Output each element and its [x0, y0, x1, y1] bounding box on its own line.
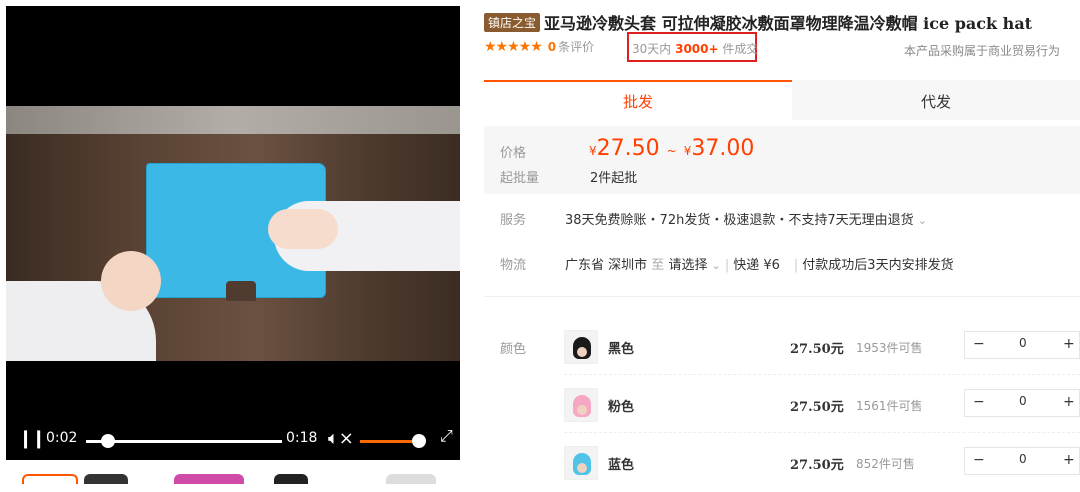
minus-button[interactable]: −	[973, 452, 985, 468]
logistics-row: 物流 广东省 深圳市 至 请选择 ⌄ | 快递 ¥6 | 付款成功后3天内安排发货	[484, 252, 1080, 273]
logistics-label: 物流	[500, 258, 527, 273]
star-rating-icon: ★★★★★	[484, 39, 543, 55]
variant-name: 蓝色	[608, 458, 635, 473]
video-right-hand	[268, 201, 460, 271]
currency-symbol: ¥	[589, 144, 597, 158]
service-items: 38天免费赊账・72h发货・极速退款・不支持7天无理由退货	[565, 213, 914, 228]
variant-thumbnail[interactable]	[564, 330, 598, 364]
variant-row: 粉色 27.50元 1561件可售 − 0 +	[564, 388, 1080, 434]
variant-price: 27.50元	[790, 342, 844, 357]
section-divider	[484, 296, 1080, 297]
price-range-sep: ~	[666, 144, 677, 158]
fullscreen-icon[interactable]: ⤢	[440, 426, 453, 446]
quantity-stepper: − 0 +	[964, 389, 1080, 417]
quantity-stepper: − 0 +	[964, 447, 1080, 475]
row-divider	[564, 432, 1080, 433]
variant-price: 27.50元	[790, 458, 844, 473]
sales-volume: 30天内 3000+ 件成交	[632, 40, 758, 57]
chevron-down-icon: ⌄	[711, 259, 721, 272]
ship-note: 付款成功后3天内安排发货	[802, 258, 954, 273]
video-background-wall	[6, 106, 460, 134]
min-order: 2件起批	[590, 171, 638, 186]
sold-suffix: 件成交	[722, 42, 759, 56]
divider: |	[793, 258, 799, 273]
color-label: 颜色	[500, 342, 527, 357]
chevron-down-icon: ⌄	[917, 214, 927, 227]
variant-name: 粉色	[608, 400, 635, 415]
review-count[interactable]: 0	[548, 40, 556, 54]
variant-name: 黑色	[608, 342, 635, 357]
plus-button[interactable]: +	[1063, 336, 1075, 352]
variant-face-shape	[577, 405, 587, 415]
service-row: 服务 38天免费赊账・72h发货・极速退款・不支持7天无理由退货 ⌄	[484, 207, 1080, 228]
ship-origin: 广东省 深圳市	[565, 258, 648, 273]
progress-bar[interactable]	[86, 440, 282, 443]
video-left-hand	[6, 251, 161, 361]
video-right-hand-skin	[268, 209, 338, 249]
ship-to: 至	[651, 258, 665, 273]
service-label: 服务	[500, 213, 527, 228]
thumbnail[interactable]	[84, 474, 128, 484]
volume-knob[interactable]	[412, 434, 427, 448]
product-video[interactable]: ❙❙ 0:02 0:18 🔈︎× ⤢	[6, 6, 460, 460]
thumbnail-active[interactable]	[22, 474, 78, 484]
variant-stock: 852件可售	[856, 457, 915, 471]
sold-count: 3000+	[675, 42, 719, 56]
quantity-input[interactable]: 0	[1019, 452, 1027, 466]
product-title-row: 镇店之宝 亚马逊冷敷头套 可拉伸凝胶冰敷面罩物理降温冷敷帽 ice pack ha…	[484, 10, 1074, 33]
plus-button[interactable]: +	[1063, 394, 1075, 410]
price-range: ¥27.50 ~ ¥37.00	[589, 136, 754, 161]
rating-row: ★★★★★ 0 条评价 30天内 3000+ 件成交 本产品采购属于商业贸易行为	[484, 32, 1074, 62]
thumbnail[interactable]	[174, 474, 244, 484]
quantity-input[interactable]: 0	[1019, 394, 1027, 408]
variant-stock: 1953件可售	[856, 341, 923, 355]
sold-prefix: 30天内	[632, 42, 672, 56]
ship-fee: ¥6	[763, 258, 780, 273]
thumbnail-strip	[6, 470, 460, 484]
trade-note: 本产品采购属于商业贸易行为	[903, 44, 1060, 58]
logistics-info: 广东省 深圳市 至 请选择 ⌄ | 快递 ¥6 | 付款成功后3天内安排发货	[565, 254, 954, 273]
progress-knob[interactable]	[100, 434, 115, 448]
row-divider	[564, 374, 1080, 375]
price-label: 价格	[500, 146, 527, 161]
tab-dropship[interactable]: 代发	[792, 80, 1080, 120]
divider: |	[724, 258, 730, 273]
duration: 0:18	[286, 430, 318, 446]
thumbnail[interactable]	[386, 474, 436, 484]
quantity-input[interactable]: 0	[1019, 336, 1027, 350]
video-frame	[6, 106, 460, 361]
price-max: 37.00	[691, 136, 755, 161]
variant-row: 黑色 27.50元 1953件可售 − 0 +	[564, 330, 1080, 376]
price-box: 价格 ¥27.50 ~ ¥37.00 起批量 2件起批	[484, 126, 1080, 194]
variant-face-shape	[577, 463, 587, 473]
store-badge: 镇店之宝	[484, 12, 541, 32]
variant-thumbnail[interactable]	[564, 446, 598, 480]
destination-select[interactable]: 请选择	[668, 258, 707, 273]
tab-wholesale[interactable]: 批发	[484, 80, 792, 120]
ship-method: 快递	[733, 258, 760, 273]
thumbnail[interactable]	[274, 474, 308, 484]
product-title: 亚马逊冷敷头套 可拉伸凝胶冰敷面罩物理降温冷敷帽 ice pack hat	[544, 14, 1033, 33]
pause-icon[interactable]: ❙❙	[18, 428, 46, 449]
current-time: 0:02	[46, 430, 78, 446]
variant-face-shape	[577, 347, 587, 357]
variant-price: 27.50元	[790, 400, 844, 415]
volume-bar[interactable]	[360, 440, 420, 443]
video-controls: ❙❙ 0:02 0:18 🔈︎× ⤢	[6, 416, 460, 460]
variant-row: 蓝色 27.50元 852件可售 − 0 +	[564, 446, 1080, 492]
minus-button[interactable]: −	[973, 394, 985, 410]
video-cap-notch	[226, 281, 256, 301]
review-label[interactable]: 条评价	[558, 40, 594, 54]
quantity-stepper: − 0 +	[964, 331, 1080, 359]
purchase-tabs: 批发 代发	[484, 80, 1080, 120]
variant-stock: 1561件可售	[856, 399, 923, 413]
volume-mute-icon[interactable]: 🔈︎×	[328, 428, 354, 449]
service-text[interactable]: 38天免费赊账・72h发货・极速退款・不支持7天无理由退货 ⌄	[565, 209, 927, 228]
price-min: 27.50	[596, 136, 660, 161]
minus-button[interactable]: −	[973, 336, 985, 352]
video-left-hand-skin	[101, 251, 161, 311]
min-order-label: 起批量	[500, 171, 540, 186]
variant-thumbnail[interactable]	[564, 388, 598, 422]
plus-button[interactable]: +	[1063, 452, 1075, 468]
